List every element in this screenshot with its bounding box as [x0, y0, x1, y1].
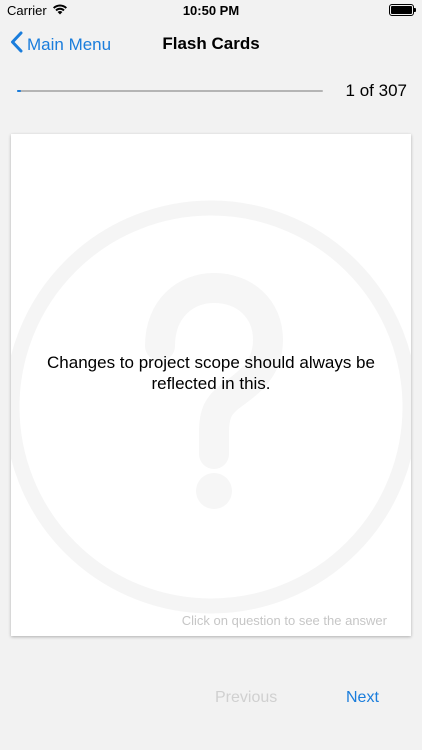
- question-mark-circle-icon: [11, 196, 411, 618]
- previous-button[interactable]: Previous: [215, 689, 277, 707]
- progress-bar: [17, 90, 323, 92]
- status-time: 10:50 PM: [182, 3, 240, 18]
- card-hint: Click on question to see the answer: [181, 613, 387, 628]
- page-title: Flash Cards: [162, 34, 260, 53]
- next-button[interactable]: Next: [346, 689, 379, 707]
- progress-count: 1 of 307: [345, 81, 407, 100]
- card-question[interactable]: Changes to project scope should always b…: [31, 352, 391, 394]
- flash-card[interactable]: Changes to project scope should always b…: [11, 134, 411, 636]
- progress-bar-fill: [17, 90, 21, 92]
- navigation-bar: Main Menu Flash Cards: [0, 22, 422, 66]
- status-bar: Carrier 10:50 PM: [0, 0, 422, 22]
- progress-row: 1 of 307: [0, 66, 422, 120]
- battery-icon: [389, 4, 416, 16]
